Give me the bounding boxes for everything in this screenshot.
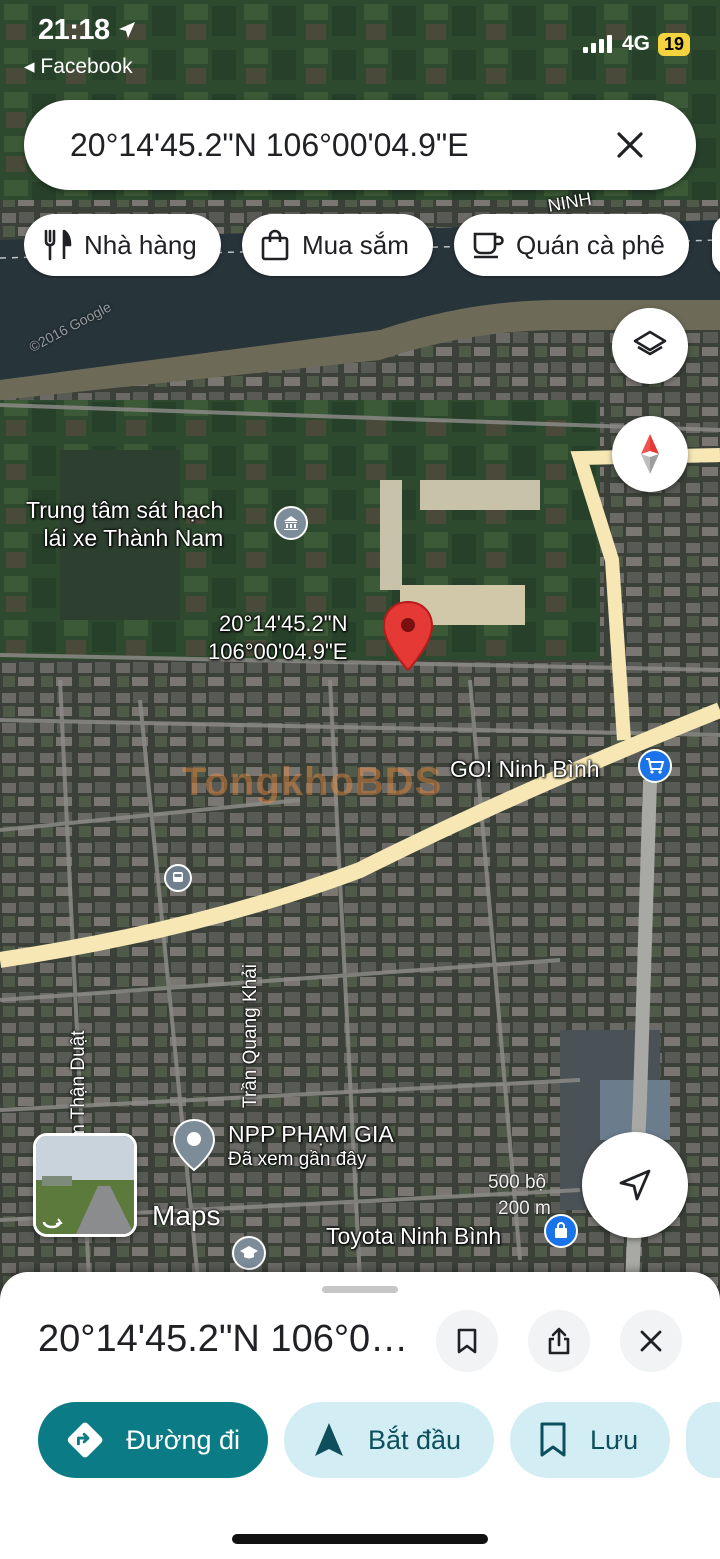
- pin-label-line2: 106°00'04.9"E: [208, 639, 348, 664]
- chip-shopping[interactable]: Mua sắm: [242, 214, 433, 276]
- pin-coordinates-label: 20°14'45.2"N 106°00'04.9"E: [208, 610, 347, 666]
- save-button[interactable]: Lưu: [510, 1402, 670, 1478]
- layers-icon: [633, 330, 667, 356]
- chip-more[interactable]: [712, 214, 720, 276]
- search-input[interactable]: 20°14'45.2"N 106°00'04.9"E: [70, 127, 610, 164]
- pin-label-line1: 20°14'45.2"N: [219, 611, 348, 636]
- place-bottom-sheet[interactable]: 20°14'45.2"N 106°00'04.9"E Đường đi B: [0, 1272, 720, 1559]
- share-icon: [548, 1327, 570, 1355]
- save-icon-button[interactable]: [436, 1310, 498, 1372]
- poi-exam-center-label[interactable]: Trung tâm sát hạch lái xe Thành Nam: [26, 496, 223, 552]
- share-button[interactable]: [528, 1310, 590, 1372]
- poi-npp-label[interactable]: NPP PHẠM GIA Đã xem gần đây: [228, 1120, 394, 1172]
- close-icon: [640, 1330, 662, 1352]
- directions-icon: [67, 1422, 103, 1458]
- maps-watermark: Maps: [152, 1200, 221, 1231]
- compass-icon: [641, 434, 659, 474]
- clear-search-button[interactable]: [610, 125, 650, 165]
- status-time: 21:18: [38, 14, 137, 47]
- poi-toyota-label[interactable]: Toyota Ninh Bình: [326, 1222, 501, 1250]
- navigation-arrow-icon: [619, 1169, 651, 1201]
- directions-label: Đường đi: [126, 1424, 240, 1455]
- shopping-bag-icon: [261, 229, 289, 261]
- fork-knife-icon: [44, 229, 72, 261]
- compass-button[interactable]: [612, 416, 688, 492]
- search-bar[interactable]: 20°14'45.2"N 106°00'04.9"E: [24, 100, 696, 190]
- my-location-button[interactable]: [582, 1132, 688, 1238]
- navigation-arrow-icon: [315, 1423, 343, 1456]
- signal-bars-icon: [582, 35, 612, 53]
- chip-coffee-label: Quán cà phê: [516, 229, 665, 260]
- layers-button[interactable]: [612, 308, 688, 384]
- street-view-image: [36, 1136, 134, 1234]
- status-indicators: 4G 19: [582, 32, 690, 56]
- close-sheet-button[interactable]: [620, 1310, 682, 1372]
- chip-coffee[interactable]: Quán cà phê: [454, 214, 689, 276]
- home-indicator: [232, 1534, 488, 1544]
- map-scale: 500 bộ 200 m: [470, 1172, 551, 1220]
- chip-restaurants[interactable]: Nhà hàng: [24, 214, 221, 276]
- school-icon[interactable]: [232, 1236, 266, 1270]
- close-icon: [617, 132, 643, 158]
- drag-handle[interactable]: [322, 1286, 398, 1293]
- bookmark-icon: [540, 1422, 566, 1457]
- street-tran-than-duat-label: m Thận Duật: [68, 1030, 89, 1140]
- chip-shopping-label: Mua sắm: [302, 229, 409, 260]
- watermark-overlay: TongkhoBDS: [182, 760, 443, 804]
- street-view-thumbnail[interactable]: [33, 1133, 137, 1237]
- start-label: Bắt đầu: [368, 1424, 462, 1455]
- directions-button[interactable]: Đường đi: [38, 1402, 268, 1478]
- location-arrow-icon: [119, 22, 136, 38]
- poi-npp-name: NPP PHẠM GIA: [228, 1121, 394, 1147]
- scale-secondary-label: 200 m: [498, 1198, 551, 1219]
- network-type: 4G: [621, 32, 650, 55]
- bus-stop-icon[interactable]: [164, 864, 192, 892]
- scale-primary-label: 500 bộ: [488, 1172, 547, 1193]
- coffee-cup-icon: [473, 232, 504, 259]
- bookmark-icon: [457, 1328, 477, 1354]
- place-title: 20°14'45.2"N 106°00'04.9"E: [38, 1318, 418, 1360]
- poi-exam-center-line2: lái xe Thành Nam: [43, 525, 224, 551]
- institution-icon[interactable]: [274, 506, 308, 540]
- chip-restaurants-label: Nhà hàng: [84, 229, 197, 260]
- status-time-text: 21:18: [38, 14, 110, 46]
- street-tran-quang-khai-label: Trần Quang Khải: [240, 964, 261, 1108]
- start-button[interactable]: Bắt đầu: [284, 1402, 494, 1478]
- poi-npp-subtitle: Đã xem gần đây: [228, 1149, 367, 1170]
- location-pin-icon[interactable]: [382, 600, 434, 672]
- battery-indicator: 19: [657, 32, 690, 56]
- action-buttons: Đường đi Bắt đầu Lưu: [38, 1402, 720, 1480]
- category-chips: Nhà hàng Mua sắm Quán cà phê: [24, 214, 720, 278]
- back-to-app-link[interactable]: ◂ Facebook: [24, 54, 133, 79]
- status-bar: 21:18 ◂ Facebook 4G 19: [0, 0, 720, 90]
- more-actions-button[interactable]: [686, 1402, 720, 1478]
- poi-go-label[interactable]: GO! Ninh Bình: [450, 755, 600, 783]
- poi-exam-center-line1: Trung tâm sát hạch: [26, 497, 224, 523]
- shopping-cart-icon[interactable]: [638, 749, 672, 783]
- recent-place-pin-icon[interactable]: [172, 1118, 216, 1172]
- save-label: Lưu: [590, 1424, 639, 1455]
